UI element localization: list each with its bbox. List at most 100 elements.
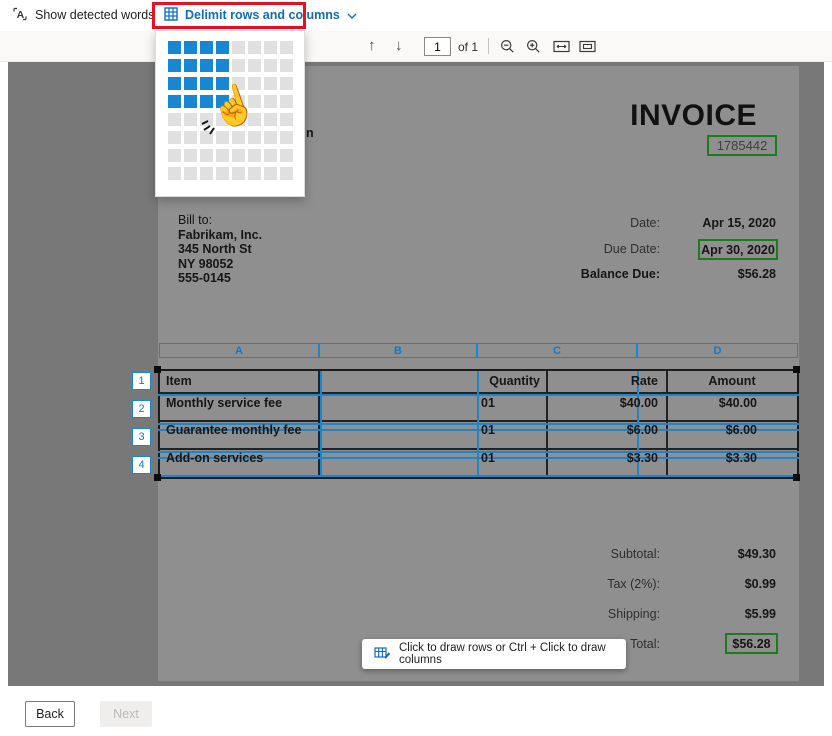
table-header-amount: Amount [668, 374, 796, 388]
grid-cell[interactable] [216, 59, 229, 72]
table-grid-icon [164, 7, 178, 24]
grid-cell[interactable] [248, 41, 261, 54]
fit-width-icon[interactable] [553, 40, 570, 58]
delimit-button-label: Delimit rows and columns [185, 8, 340, 22]
grid-cell[interactable] [264, 77, 277, 90]
grid-cell[interactable] [184, 113, 197, 126]
grid-cell[interactable] [280, 167, 293, 180]
grid-cell[interactable] [232, 149, 245, 162]
grid-cell[interactable] [232, 41, 245, 54]
grid-cell[interactable] [184, 77, 197, 90]
column-delimiter-line[interactable] [320, 371, 322, 477]
tooltip-text: Click to draw rows or Ctrl + Click to dr… [399, 642, 626, 666]
grid-cell[interactable] [168, 167, 181, 180]
table-cell: 01 [481, 396, 495, 410]
selection-handle[interactable] [793, 474, 800, 481]
show-detected-words-button[interactable]: A Show detected words [12, 0, 155, 30]
column-header-c[interactable]: C [477, 343, 637, 358]
grid-cell[interactable] [216, 149, 229, 162]
grid-cell[interactable] [200, 41, 213, 54]
tax-value: $0.99 [650, 577, 776, 591]
grid-cell[interactable] [168, 131, 181, 144]
grid-cell[interactable] [280, 41, 293, 54]
grid-cell[interactable] [248, 149, 261, 162]
grid-cell[interactable] [248, 131, 261, 144]
grid-cell[interactable] [264, 95, 277, 108]
grid-cell[interactable] [168, 59, 181, 72]
grid-cell[interactable] [232, 131, 245, 144]
grid-cell[interactable] [216, 167, 229, 180]
row-header-3[interactable]: 3 [132, 428, 151, 446]
top-toolbar: A Show detected words Delimit rows and c… [0, 0, 832, 31]
table-cell: Guarantee monthly fee [166, 423, 301, 437]
bill-to-line: 555-0145 [178, 271, 262, 286]
page-number-input[interactable] [424, 37, 451, 56]
grid-cell[interactable] [168, 95, 181, 108]
date-label: Date: [540, 216, 660, 230]
selection-handle[interactable] [154, 366, 161, 373]
cursor-motion-lines [198, 108, 224, 141]
fit-page-icon[interactable] [579, 40, 596, 58]
zoom-out-icon[interactable] [500, 39, 515, 59]
next-button[interactable]: Next [100, 701, 152, 727]
row-header-4[interactable]: 4 [132, 456, 151, 474]
grid-cell[interactable] [264, 131, 277, 144]
zoom-in-icon[interactable] [526, 39, 541, 59]
grid-cell[interactable] [264, 167, 277, 180]
grid-cell[interactable] [280, 77, 293, 90]
table-grid-line [160, 420, 797, 422]
grid-cell[interactable] [200, 77, 213, 90]
grid-cell[interactable] [248, 167, 261, 180]
page-count-label: of 1 [458, 40, 478, 54]
grid-cell[interactable] [184, 149, 197, 162]
row-header-1[interactable]: 1 [132, 372, 151, 390]
grid-cell[interactable] [280, 149, 293, 162]
grid-cell[interactable] [184, 41, 197, 54]
grid-cell[interactable] [264, 41, 277, 54]
show-detected-words-label: Show detected words [35, 8, 155, 22]
column-header-b[interactable]: B [319, 343, 477, 358]
grid-cell[interactable] [280, 95, 293, 108]
grid-cell[interactable] [264, 149, 277, 162]
grid-cell[interactable] [232, 167, 245, 180]
due-date-label: Due Date: [540, 242, 660, 256]
footer-bar: Back Next [0, 686, 832, 736]
grid-cell[interactable] [168, 41, 181, 54]
table-cell: $3.30 [640, 451, 757, 465]
grid-cell[interactable] [280, 113, 293, 126]
row-delimiter-line[interactable] [158, 475, 799, 477]
table-header-quantity: Quantity [420, 374, 540, 388]
total-highlight: $56.28 [725, 633, 778, 654]
toolbar-divider [488, 38, 489, 54]
grid-cell[interactable] [264, 59, 277, 72]
grid-cell[interactable] [200, 167, 213, 180]
grid-cell[interactable] [184, 131, 197, 144]
grid-cell[interactable] [168, 113, 181, 126]
occluded-text-fragment: n [306, 126, 314, 140]
page-down-icon[interactable]: ↓ [395, 38, 403, 53]
grid-cell[interactable] [184, 95, 197, 108]
grid-cell[interactable] [168, 77, 181, 90]
row-header-2[interactable]: 2 [132, 400, 151, 418]
column-header-a[interactable]: A [159, 343, 319, 358]
selection-handle[interactable] [793, 366, 800, 373]
grid-cell[interactable] [232, 59, 245, 72]
grid-cell[interactable] [216, 41, 229, 54]
grid-cell[interactable] [200, 149, 213, 162]
grid-cell[interactable] [264, 113, 277, 126]
grid-cell[interactable] [184, 59, 197, 72]
delimit-rows-columns-button[interactable]: Delimit rows and columns [164, 0, 357, 30]
grid-cell[interactable] [184, 167, 197, 180]
grid-cell[interactable] [168, 149, 181, 162]
grid-cell[interactable] [200, 59, 213, 72]
selection-handle[interactable] [154, 474, 161, 481]
balance-due-value: $56.28 [650, 267, 776, 281]
table-cell: Add-on services [166, 451, 263, 465]
grid-cell[interactable] [248, 59, 261, 72]
grid-cell[interactable] [280, 131, 293, 144]
bill-to-line: Fabrikam, Inc. [178, 228, 262, 243]
back-button[interactable]: Back [25, 701, 75, 727]
column-header-d[interactable]: D [637, 343, 798, 358]
grid-cell[interactable] [280, 59, 293, 72]
page-up-icon[interactable]: ↑ [368, 38, 376, 53]
